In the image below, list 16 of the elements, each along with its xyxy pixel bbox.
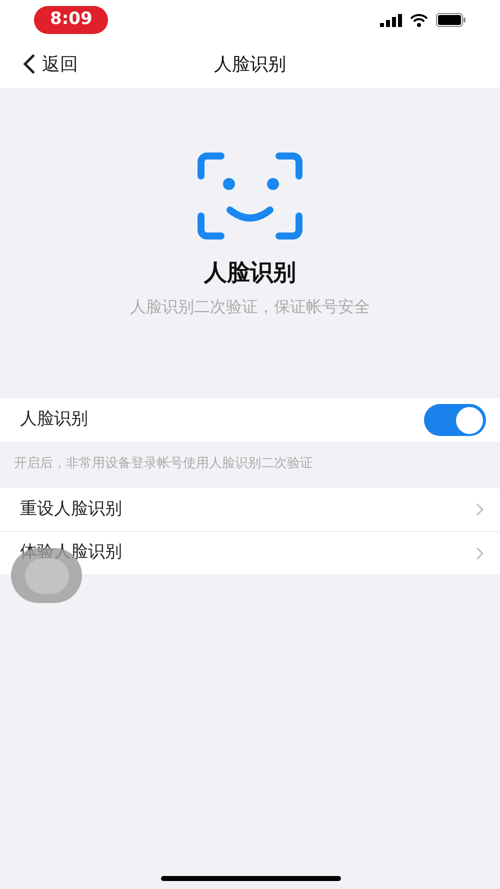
wifi-icon bbox=[410, 14, 428, 26]
hero-subtitle: 人脸识别二次验证，保证帐号安全 bbox=[130, 296, 370, 318]
back-button[interactable]: 返回 bbox=[22, 50, 78, 78]
battery-icon bbox=[436, 13, 466, 27]
toggle-switch[interactable] bbox=[424, 404, 486, 436]
chevron-icon bbox=[476, 546, 484, 560]
chevron-icon bbox=[476, 503, 484, 516]
row-label: 人脸识别 bbox=[20, 408, 88, 432]
menu-item[interactable]: 重设人脸识别 bbox=[0, 488, 500, 531]
hero-title: 人脸识别 bbox=[204, 259, 296, 288]
face-scan-icon bbox=[197, 152, 303, 240]
back-chevron-icon bbox=[22, 53, 36, 75]
signal-icon bbox=[380, 14, 402, 26]
page-title: 人脸识别 bbox=[214, 52, 286, 76]
hint-text: 开启后，非常用设备登录帐号使用人脸识别二次验证 bbox=[14, 456, 313, 471]
status-time: 8:09 bbox=[34, 6, 108, 34]
